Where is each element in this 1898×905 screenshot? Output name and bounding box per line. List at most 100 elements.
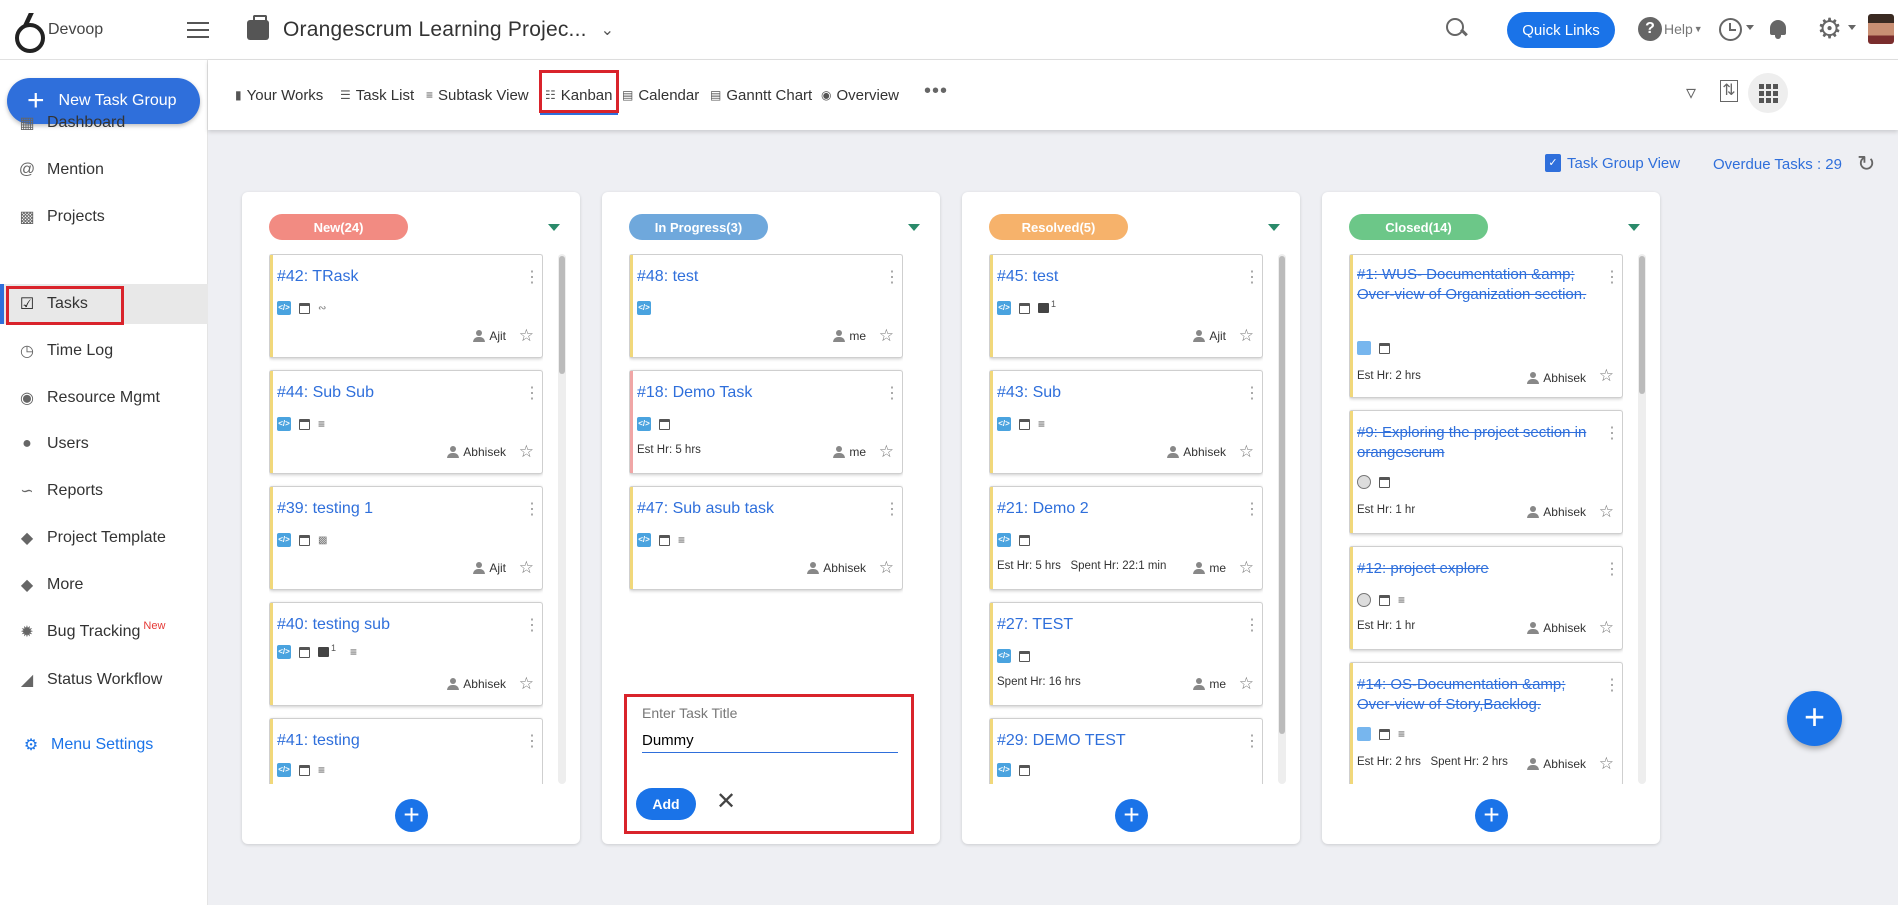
comment-icon[interactable] xyxy=(1038,303,1049,313)
kebab-menu-icon[interactable]: ⋮ xyxy=(524,502,540,518)
assignee[interactable]: Abhisek xyxy=(447,677,506,691)
task-card[interactable]: #40: testing sub ⋮ </> 1 ≡ Abhisek ☆ xyxy=(269,602,543,706)
star-icon[interactable]: ☆ xyxy=(519,674,534,694)
column-scrollbar[interactable] xyxy=(558,254,566,784)
kebab-menu-icon[interactable]: ⋮ xyxy=(1244,270,1260,286)
assignee[interactable]: Ajit xyxy=(1193,329,1226,343)
star-icon[interactable]: ☆ xyxy=(519,326,534,346)
help-menu[interactable]: ? Help ▼ xyxy=(1638,17,1703,41)
more-dots-icon[interactable]: ••• xyxy=(924,80,948,103)
kebab-menu-icon[interactable]: ⋮ xyxy=(524,734,540,750)
task-card[interactable]: #21: Demo 2 ⋮ </> Est Hr: 5 hrs Spent Hr… xyxy=(989,486,1263,590)
kebab-menu-icon[interactable]: ⋮ xyxy=(1604,562,1620,578)
task-title[interactable]: #27: TEST xyxy=(997,615,1227,635)
sidebar-item-time-log[interactable]: ◷ Time Log xyxy=(0,331,208,371)
kebab-menu-icon[interactable]: ⋮ xyxy=(1604,426,1620,442)
caret-down-icon[interactable] xyxy=(1848,25,1856,30)
sidebar-item-projects[interactable]: ▩ Projects xyxy=(0,197,208,237)
timer-icon[interactable] xyxy=(1719,18,1742,41)
task-title[interactable]: #48: test xyxy=(637,267,867,287)
assignee[interactable]: me xyxy=(833,445,866,459)
tab-task-list[interactable]: ☰ Task List xyxy=(340,82,414,108)
kebab-menu-icon[interactable]: ⋮ xyxy=(884,270,900,286)
calendar-icon[interactable] xyxy=(1019,302,1030,314)
task-title[interactable]: #40: testing sub xyxy=(277,615,507,635)
star-icon[interactable]: ☆ xyxy=(1599,366,1614,386)
project-title[interactable]: Orangescrum Learning Projec... xyxy=(283,18,587,42)
kebab-menu-icon[interactable]: ⋮ xyxy=(524,618,540,634)
task-title[interactable]: #14: OS-Documentation &amp; Over-view of… xyxy=(1357,675,1587,715)
refresh-icon[interactable]: ↻ xyxy=(1857,151,1875,177)
column-scrollbar[interactable] xyxy=(1638,254,1646,784)
star-icon[interactable]: ☆ xyxy=(879,558,894,578)
calendar-icon[interactable] xyxy=(299,764,310,776)
task-group-view-link[interactable]: ✓ Task Group View xyxy=(1545,154,1680,172)
sidebar-menu-settings[interactable]: ⚙ Menu Settings xyxy=(0,725,208,765)
sidebar-item-status-workflow[interactable]: ◢ Status Workflow xyxy=(0,660,208,700)
assignee[interactable]: Abhisek xyxy=(1527,757,1586,771)
calendar-icon[interactable] xyxy=(1019,764,1030,776)
kebab-menu-icon[interactable]: ⋮ xyxy=(524,270,540,286)
kebab-menu-icon[interactable]: ⋮ xyxy=(1604,270,1620,286)
sidebar-item-project-template[interactable]: ◆ Project Template xyxy=(0,518,208,558)
task-card[interactable]: #14: OS-Documentation &amp; Over-view of… xyxy=(1349,662,1623,784)
kebab-menu-icon[interactable]: ⋮ xyxy=(884,502,900,518)
menu-toggle-icon[interactable] xyxy=(187,21,209,38)
sidebar-item-resource-mgmt[interactable]: ◉ Resource Mgmt xyxy=(0,378,208,418)
caret-down-icon[interactable] xyxy=(1746,25,1754,30)
tab-overview[interactable]: ◉ Overview xyxy=(821,82,899,108)
overdue-tasks-link[interactable]: Overdue Tasks : 29 xyxy=(1713,156,1842,173)
notification-bell-icon[interactable] xyxy=(1769,18,1787,40)
calendar-icon[interactable] xyxy=(659,534,670,546)
task-title[interactable]: #18: Demo Task xyxy=(637,383,867,403)
app-logo[interactable]: Devoop xyxy=(12,13,107,53)
column-scrollbar[interactable] xyxy=(1278,254,1286,784)
add-button[interactable]: Add xyxy=(636,788,696,820)
task-card[interactable]: #39: testing 1 ⋮ </> ▩ Ajit ☆ xyxy=(269,486,543,590)
assignee[interactable]: Abhisek xyxy=(1167,445,1226,459)
task-title[interactable]: #45: test xyxy=(997,267,1227,287)
calendar-icon[interactable] xyxy=(299,302,310,314)
task-card[interactable]: #1: WUS- Documentation &amp; Over-view o… xyxy=(1349,254,1623,398)
calendar-icon[interactable] xyxy=(1379,594,1390,606)
close-icon[interactable]: ✕ xyxy=(716,787,736,816)
task-card[interactable]: #9: Exploring the project section in ora… xyxy=(1349,410,1623,534)
sidebar-item-reports[interactable]: ∽ Reports xyxy=(0,471,208,511)
calendar-icon[interactable] xyxy=(1379,728,1390,740)
column-dropdown-icon[interactable] xyxy=(908,224,920,231)
task-title[interactable]: #44: Sub Sub xyxy=(277,383,507,403)
task-card[interactable]: #18: Demo Task ⋮ </> Est Hr: 5 hrs me ☆ xyxy=(629,370,903,474)
chevron-down-icon[interactable]: ⌄ xyxy=(601,20,614,40)
task-card[interactable]: #45: test ⋮ </> 1 Ajit ☆ xyxy=(989,254,1263,358)
sidebar-item-dashboard[interactable]: ▦ Dashboard xyxy=(0,103,208,143)
task-card[interactable]: #29: DEMO TEST ⋮ </> xyxy=(989,718,1263,784)
filter-icon[interactable]: ▿ xyxy=(1686,80,1710,104)
kebab-menu-icon[interactable]: ⋮ xyxy=(1244,502,1260,518)
kebab-menu-icon[interactable]: ⋮ xyxy=(1244,734,1260,750)
kebab-menu-icon[interactable]: ⋮ xyxy=(1244,618,1260,634)
assignee[interactable]: Abhisek xyxy=(1527,621,1586,635)
assignee[interactable]: me xyxy=(833,329,866,343)
star-icon[interactable]: ☆ xyxy=(519,558,534,578)
assignee[interactable]: me xyxy=(1193,561,1226,575)
add-task-button[interactable]: + xyxy=(395,799,428,832)
assignee[interactable]: Abhisek xyxy=(807,561,866,575)
calendar-icon[interactable] xyxy=(1019,534,1030,546)
calendar-icon[interactable] xyxy=(299,534,310,546)
task-card[interactable]: #41: testing ⋮ </> ≡ xyxy=(269,718,543,784)
star-icon[interactable]: ☆ xyxy=(879,442,894,462)
task-title[interactable]: #12: project explore xyxy=(1357,559,1587,579)
task-title[interactable]: #1: WUS- Documentation &amp; Over-view o… xyxy=(1357,265,1587,305)
task-card[interactable]: #42: TRask ⋮ </> ∾ Ajit ☆ xyxy=(269,254,543,358)
task-card[interactable]: #12: project explore ⋮ ≡ Est Hr: 1 hr Ab… xyxy=(1349,546,1623,650)
task-title[interactable]: #39: testing 1 xyxy=(277,499,507,519)
task-title[interactable]: #43: Sub xyxy=(997,383,1227,403)
calendar-icon[interactable] xyxy=(1019,650,1030,662)
tab-calendar[interactable]: ▤ Calendar xyxy=(622,82,699,108)
calendar-icon[interactable] xyxy=(299,418,310,430)
calendar-icon[interactable] xyxy=(299,646,310,658)
column-dropdown-icon[interactable] xyxy=(548,224,560,231)
task-card[interactable]: #43: Sub ⋮ </> ≡ Abhisek ☆ xyxy=(989,370,1263,474)
task-title[interactable]: #29: DEMO TEST xyxy=(997,731,1227,751)
star-icon[interactable]: ☆ xyxy=(1239,326,1254,346)
